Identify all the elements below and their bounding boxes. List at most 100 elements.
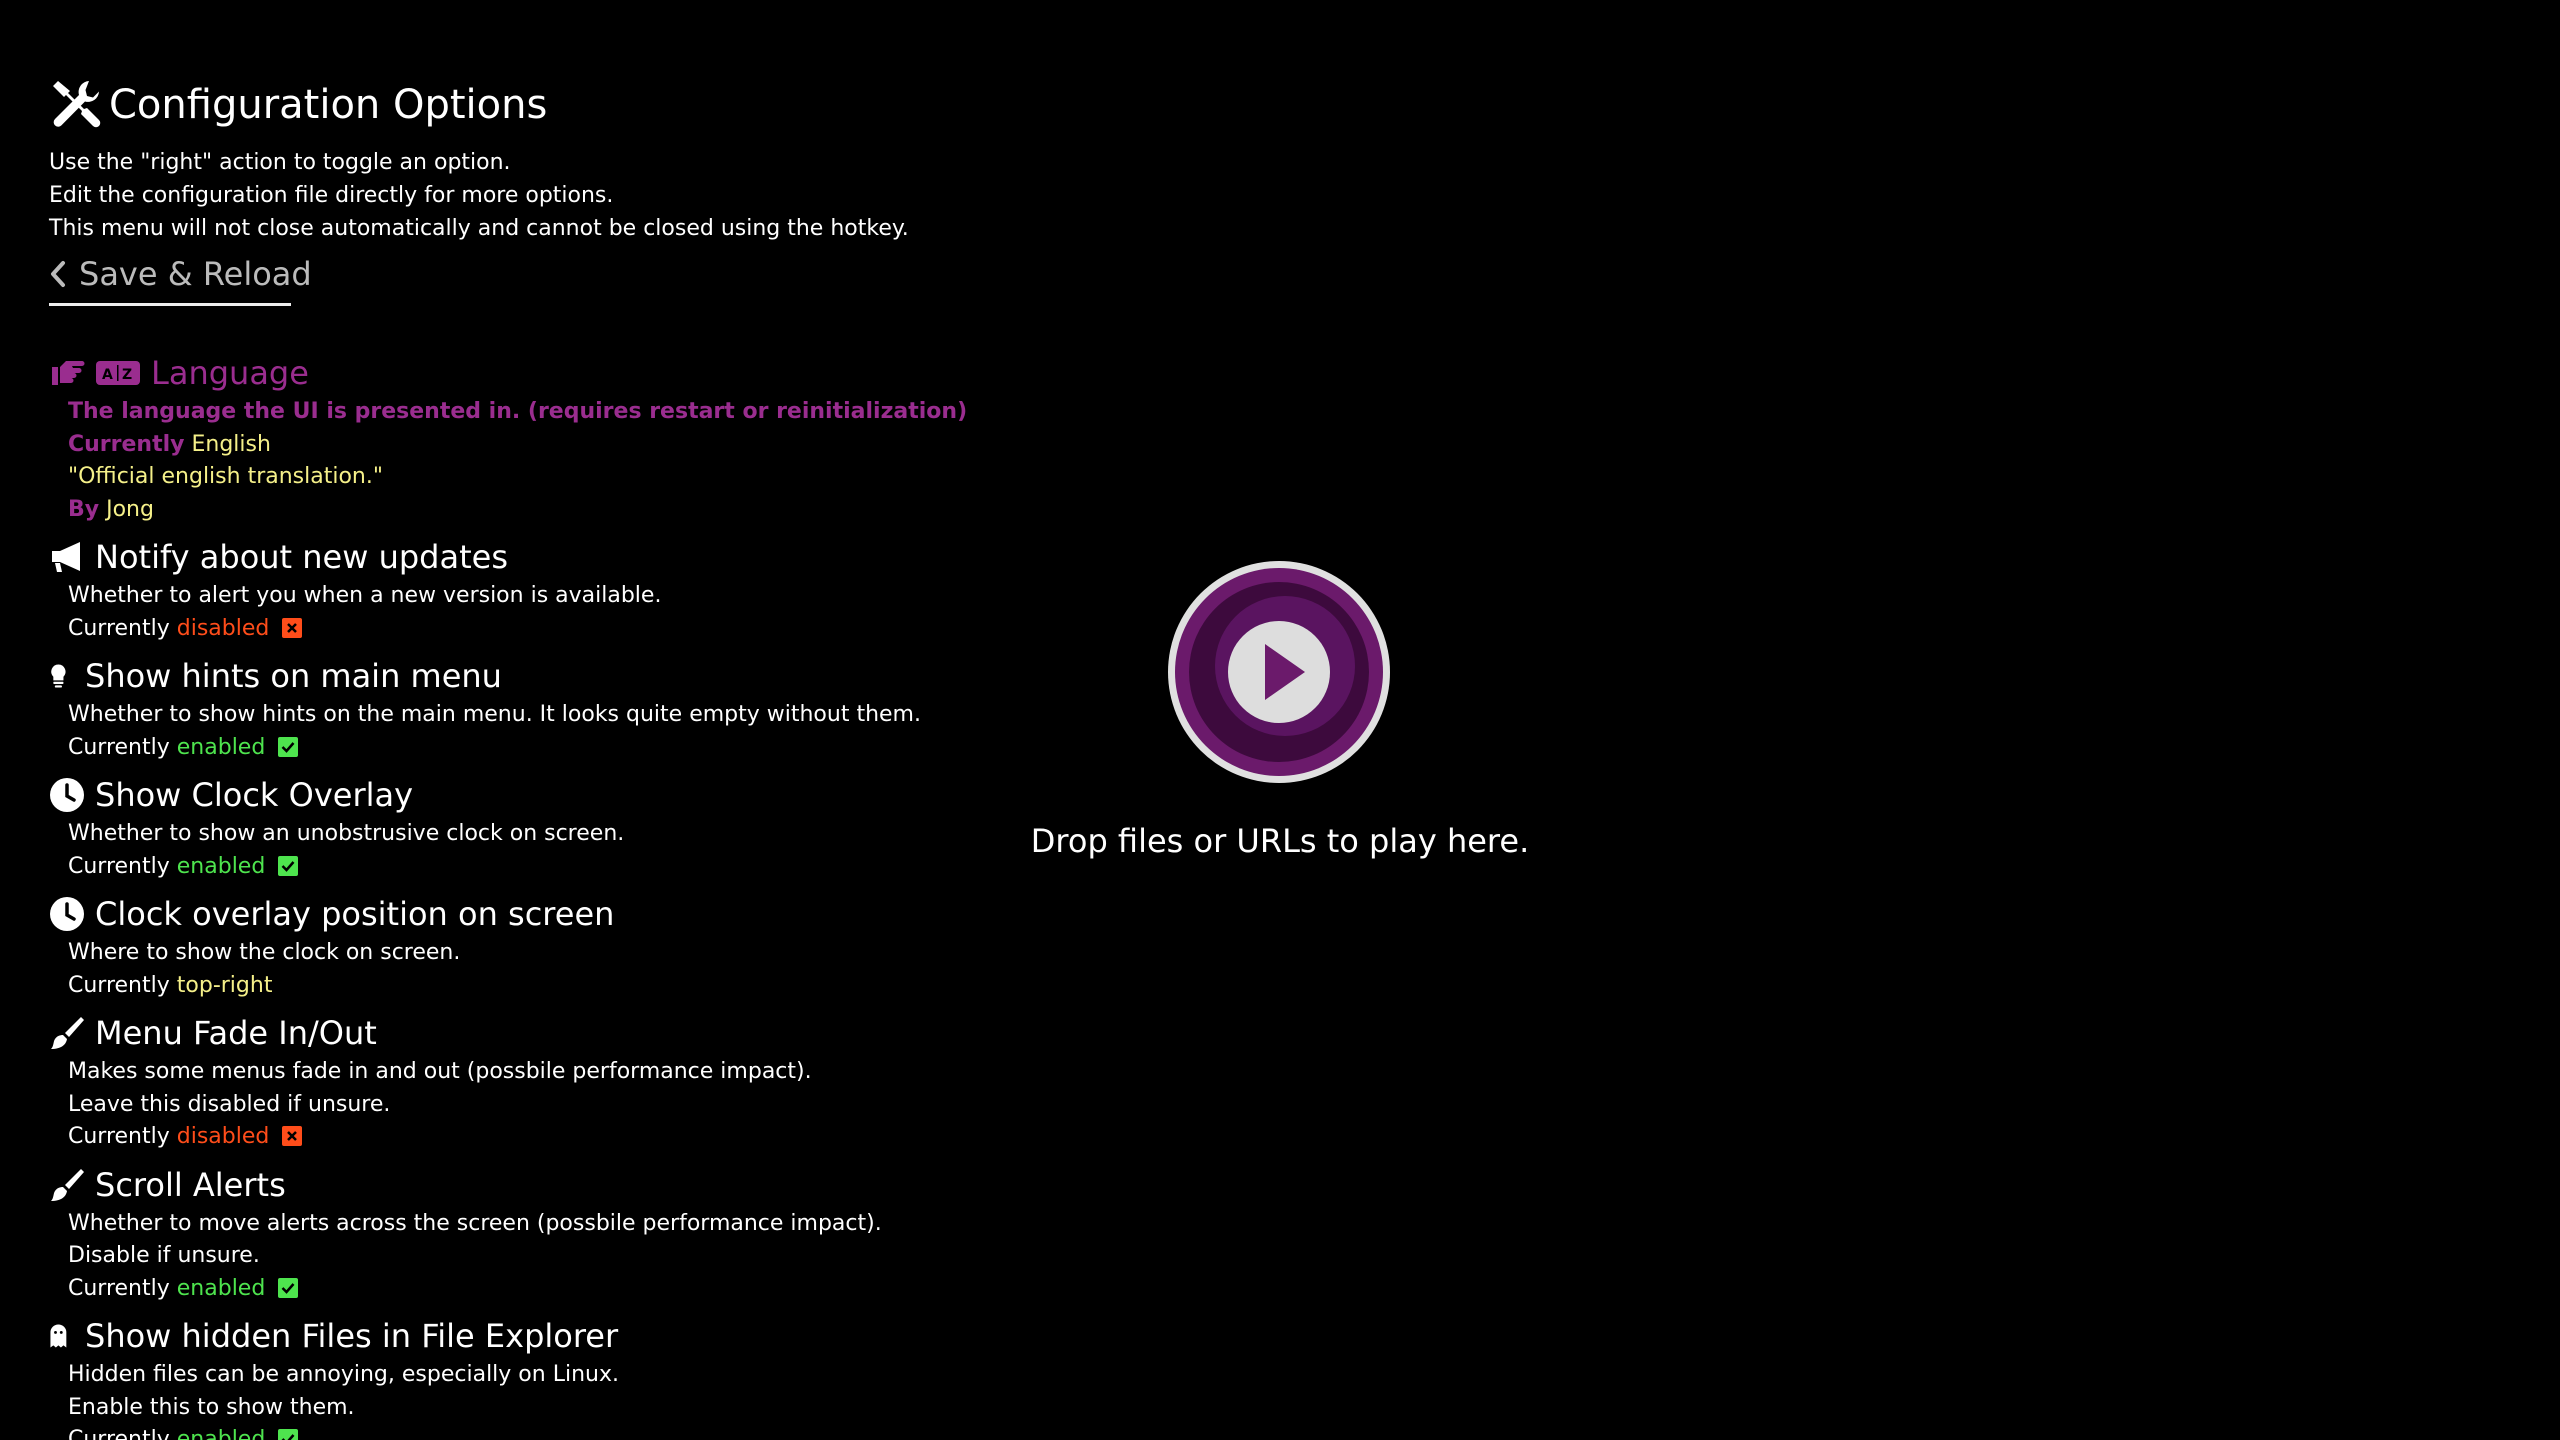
check-box-icon bbox=[278, 855, 299, 876]
paintbrush-icon bbox=[51, 1017, 84, 1049]
tools-icon bbox=[53, 81, 101, 128]
option-description: Enable this to show them. bbox=[68, 1394, 355, 1420]
current-value: enabled bbox=[176, 853, 266, 879]
svg-text:A: A bbox=[102, 367, 113, 383]
check-box-icon bbox=[278, 1429, 299, 1440]
by-label: By bbox=[68, 496, 100, 522]
option-description: Disable if unsure. bbox=[68, 1243, 260, 1268]
option-title-row: Show hints on main menu bbox=[49, 653, 949, 699]
option-description: Whether to alert you when a new version … bbox=[68, 583, 662, 608]
description-line: Use the "right" action to toggle an opti… bbox=[49, 150, 511, 175]
currently-label: Currently bbox=[68, 972, 170, 998]
play-logo-icon bbox=[1168, 561, 1390, 783]
option-clock-position[interactable]: Clock overlay position on screen Where t… bbox=[49, 891, 949, 1002]
option-current-value-line: Currently top-right bbox=[68, 970, 949, 1003]
option-menu-fade[interactable]: Menu Fade In/Out Makes some menus fade i… bbox=[49, 1010, 949, 1154]
option-description: Whether to show hints on the main menu. … bbox=[68, 702, 921, 727]
current-value: disabled bbox=[176, 615, 270, 641]
option-details: Whether to show hints on the main menu. … bbox=[49, 699, 949, 764]
currently-label: Currently bbox=[68, 1275, 170, 1301]
drop-files-hint: Drop files or URLs to play here. bbox=[1030, 822, 1530, 860]
option-details: Hidden files can be annoying, especially… bbox=[49, 1359, 949, 1440]
option-details: Where to show the clock on screen. Curre… bbox=[49, 937, 949, 1002]
option-language[interactable]: A Z Language The language the UI is pres… bbox=[49, 350, 968, 527]
option-title: Menu Fade In/Out bbox=[95, 1014, 377, 1052]
option-scroll-alerts[interactable]: Scroll Alerts Whether to move alerts acr… bbox=[49, 1162, 949, 1306]
option-description: Hidden files can be annoying, especially… bbox=[68, 1362, 619, 1387]
current-value: enabled bbox=[176, 734, 266, 760]
option-title-row: Menu Fade In/Out bbox=[49, 1010, 949, 1056]
clock-icon bbox=[50, 778, 84, 812]
configuration-menu: Configuration Options Use the "right" ac… bbox=[49, 70, 968, 1440]
option-description: Whether to move alerts across the screen… bbox=[68, 1210, 882, 1236]
option-current-value-line: Currently disabled bbox=[68, 1121, 949, 1154]
option-notify-updates[interactable]: Notify about new updates Whether to aler… bbox=[49, 534, 949, 645]
current-value: top-right bbox=[176, 972, 273, 998]
translate-icon: A Z bbox=[96, 361, 140, 385]
svg-text:Z: Z bbox=[122, 367, 132, 383]
currently-label: Currently bbox=[68, 1427, 170, 1440]
current-value: enabled bbox=[176, 1275, 266, 1301]
option-description: Where to show the clock on screen. bbox=[68, 940, 461, 965]
page-title: Configuration Options bbox=[109, 82, 548, 128]
chevron-left-icon bbox=[51, 261, 65, 287]
option-title: Scroll Alerts bbox=[95, 1165, 286, 1204]
option-details: Whether to move alerts across the screen… bbox=[49, 1208, 949, 1306]
currently-label: Currently bbox=[68, 615, 170, 641]
option-title: Language bbox=[151, 354, 309, 392]
option-title-row: Clock overlay position on screen bbox=[49, 891, 949, 937]
option-current-value-line: Currently disabled bbox=[68, 613, 949, 646]
currently-label: Currently bbox=[68, 734, 170, 760]
currently-label: Currently bbox=[68, 1124, 170, 1149]
option-title: Notify about new updates bbox=[95, 538, 508, 576]
description-line: Edit the configuration file directly for… bbox=[49, 183, 614, 208]
option-hidden-files[interactable]: Show hidden Files in File Explorer Hidde… bbox=[49, 1313, 949, 1440]
option-current-value-line: Currently enabled bbox=[68, 851, 949, 884]
option-title-row: A Z Language bbox=[49, 350, 949, 396]
current-value: enabled bbox=[176, 1427, 266, 1440]
option-title: Show hints on main menu bbox=[85, 657, 502, 695]
current-value: disabled bbox=[176, 1124, 270, 1149]
screen: Configuration Options Use the "right" ac… bbox=[0, 0, 2560, 1440]
language-author-line: By Jong bbox=[68, 494, 949, 527]
option-description: Whether to show an unobstrusive clock on… bbox=[68, 821, 625, 846]
option-current-value-line: Currently English bbox=[68, 429, 949, 462]
option-details: The language the UI is presented in. (re… bbox=[49, 396, 968, 527]
option-title: Show Clock Overlay bbox=[95, 776, 414, 814]
check-box-icon bbox=[278, 1277, 299, 1298]
author-name: Jong bbox=[106, 496, 154, 522]
currently-label: Currently bbox=[68, 431, 185, 457]
option-details: Whether to alert you when a new version … bbox=[49, 580, 949, 645]
save-reload-button[interactable]: Save & Reload bbox=[49, 249, 312, 299]
option-description: The language the UI is presented in. (re… bbox=[68, 399, 968, 424]
option-clock-overlay[interactable]: Show Clock Overlay Whether to show an un… bbox=[49, 772, 949, 883]
language-quote: "Official english translation." bbox=[68, 464, 383, 489]
option-details: Whether to show an unobstrusive clock on… bbox=[49, 818, 949, 883]
clock-icon bbox=[50, 897, 84, 931]
option-details: Makes some menus fade in and out (possbi… bbox=[49, 1056, 949, 1154]
x-box-icon bbox=[282, 1126, 303, 1146]
check-box-icon bbox=[278, 736, 299, 757]
lightbulb-icon bbox=[51, 664, 66, 688]
megaphone-icon bbox=[52, 542, 80, 572]
option-current-value-line: Currently enabled bbox=[68, 732, 949, 765]
menu-header: Configuration Options bbox=[49, 70, 949, 140]
option-title: Clock overlay position on screen bbox=[95, 895, 615, 933]
option-title-row: Notify about new updates bbox=[49, 534, 949, 580]
option-description: Leave this disabled if unsure. bbox=[68, 1091, 391, 1117]
pointing-hand-icon bbox=[52, 361, 85, 385]
back-underline bbox=[49, 303, 291, 306]
option-title-row: Show hidden Files in File Explorer bbox=[49, 1313, 949, 1359]
option-title-row: Scroll Alerts bbox=[49, 1162, 949, 1208]
option-show-hints[interactable]: Show hints on main menu Whether to show … bbox=[49, 653, 949, 764]
description-line: This menu will not close automatically a… bbox=[49, 216, 909, 241]
option-description: Makes some menus fade in and out (possbi… bbox=[68, 1059, 812, 1084]
option-current-value-line: Currently enabled bbox=[68, 1424, 949, 1440]
option-title-row: Show Clock Overlay bbox=[49, 772, 949, 818]
menu-description: Use the "right" action to toggle an opti… bbox=[49, 146, 949, 245]
ghost-icon bbox=[50, 1324, 67, 1348]
current-value: English bbox=[191, 431, 271, 457]
option-title: Show hidden Files in File Explorer bbox=[85, 1317, 619, 1355]
paintbrush-icon bbox=[51, 1168, 84, 1201]
x-box-icon bbox=[282, 617, 303, 638]
